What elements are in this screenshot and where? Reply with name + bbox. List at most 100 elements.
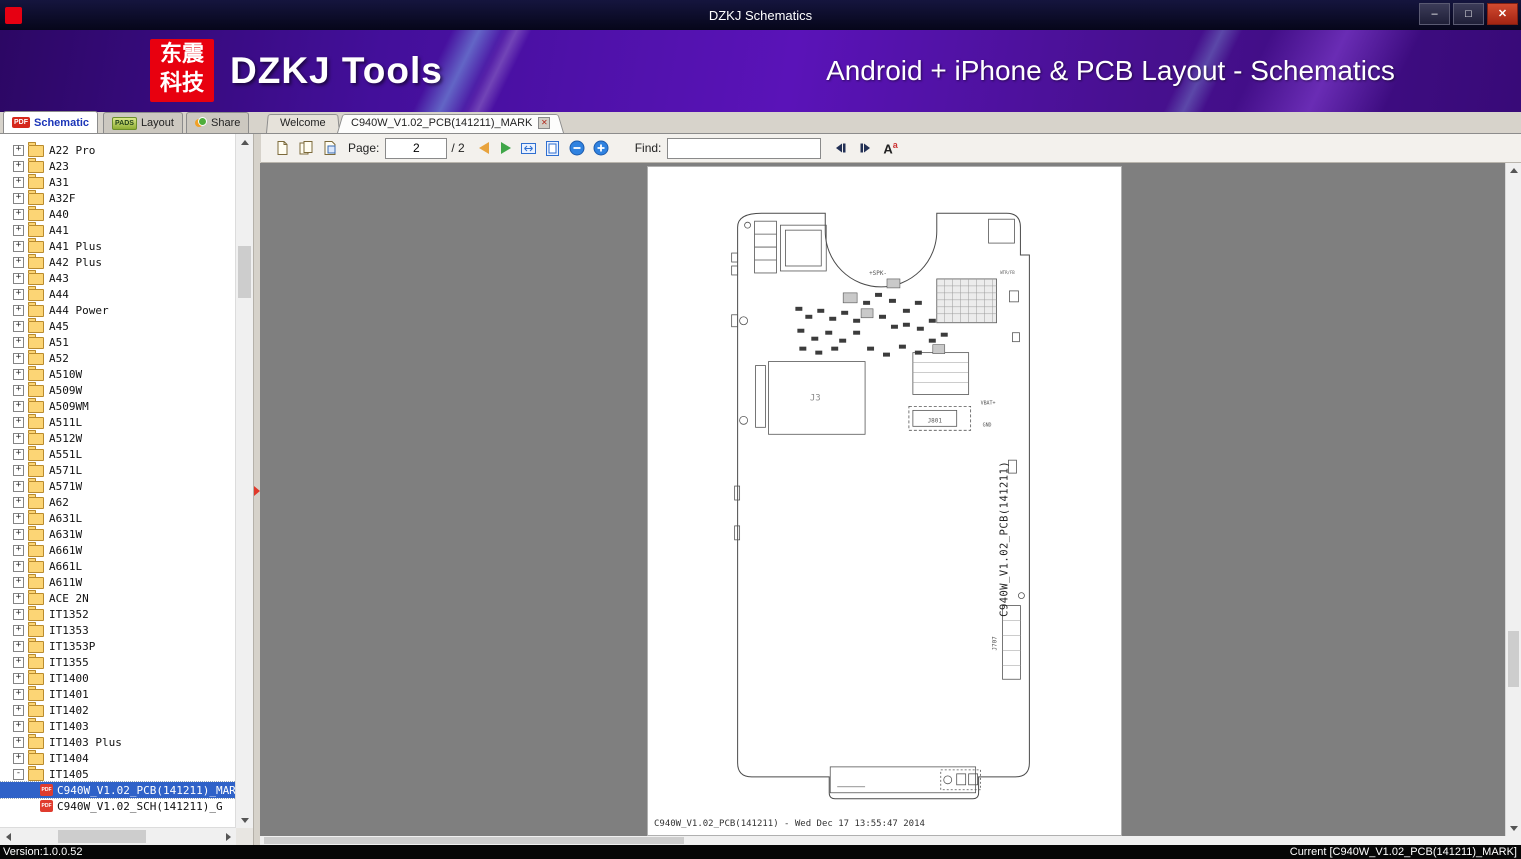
expand-icon[interactable]: + xyxy=(13,480,24,492)
expand-icon[interactable]: + xyxy=(13,608,24,620)
tree-item[interactable]: + IT1353 xyxy=(0,622,89,638)
tree-item[interactable]: + A509WM xyxy=(0,398,89,414)
find-previous-button[interactable] xyxy=(831,138,851,158)
tree-item[interactable]: + A62 xyxy=(0,494,69,510)
expand-icon[interactable]: + xyxy=(13,400,24,412)
fit-page-button[interactable] xyxy=(543,138,563,158)
tree-item[interactable]: + A23 xyxy=(0,158,69,174)
expand-icon[interactable]: + xyxy=(13,624,24,636)
doc-tab-current-document[interactable]: C940W_V1.02_PCB(141211)_MARK ✕ xyxy=(337,113,564,133)
tree-item[interactable]: + A43 xyxy=(0,270,69,286)
tree-item[interactable]: + A52 xyxy=(0,350,69,366)
expand-icon[interactable]: + xyxy=(13,176,24,188)
scroll-up-button[interactable] xyxy=(1506,163,1521,178)
expand-icon[interactable]: + xyxy=(13,496,24,508)
tree-item[interactable]: + A40 xyxy=(0,206,69,222)
expand-icon[interactable]: + xyxy=(13,560,24,572)
tree-item[interactable]: + A571L xyxy=(0,462,82,478)
find-input[interactable] xyxy=(667,137,822,159)
viewer-horizontal-scrollbar[interactable] xyxy=(260,836,1506,845)
scroll-down-button[interactable] xyxy=(1506,821,1521,836)
tree-item[interactable]: + A41 xyxy=(0,222,69,238)
expand-icon[interactable]: + xyxy=(13,512,24,524)
tree-item[interactable]: + ACE 2N xyxy=(0,590,89,606)
match-case-icon[interactable]: Aa xyxy=(883,140,897,156)
fit-width-button[interactable] xyxy=(519,138,539,158)
tree-item[interactable]: + A631W xyxy=(0,526,82,542)
viewer-vertical-scrollbar[interactable] xyxy=(1505,163,1521,836)
tree-vertical-scrollbar[interactable] xyxy=(235,134,253,828)
expand-icon[interactable]: + xyxy=(13,432,24,444)
tree-item[interactable]: + IT1402 xyxy=(0,702,89,718)
tree-item[interactable]: + IT1403 Plus xyxy=(0,734,122,750)
scroll-down-button[interactable] xyxy=(236,812,253,828)
scrollbar-thumb[interactable] xyxy=(58,830,146,843)
expand-icon[interactable]: + xyxy=(13,208,24,220)
expand-icon[interactable]: + xyxy=(13,752,24,764)
tree-item[interactable]: + IT1353P xyxy=(0,638,95,654)
collapse-icon[interactable]: - xyxy=(13,768,24,780)
tree-item[interactable]: + A44 xyxy=(0,286,69,302)
expand-icon[interactable]: + xyxy=(13,592,24,604)
next-page-button[interactable] xyxy=(500,142,511,154)
expand-icon[interactable]: + xyxy=(13,256,24,268)
tree-item[interactable]: + A42 Plus xyxy=(0,254,102,270)
tree-item[interactable]: - IT1405 xyxy=(0,766,89,782)
expand-icon[interactable]: + xyxy=(13,720,24,732)
tree-item[interactable]: + A512W xyxy=(0,430,82,446)
expand-icon[interactable]: + xyxy=(13,736,24,748)
scroll-right-button[interactable] xyxy=(220,828,236,845)
expand-icon[interactable]: + xyxy=(13,464,24,476)
tree-item[interactable]: + A41 Plus xyxy=(0,238,102,254)
expand-icon[interactable]: + xyxy=(13,576,24,588)
facing-pages-view-icon[interactable] xyxy=(296,138,316,158)
expand-icon[interactable]: + xyxy=(13,240,24,252)
expand-icon[interactable]: + xyxy=(13,416,24,428)
tree-item[interactable]: + A51 xyxy=(0,334,69,350)
tree-item[interactable]: + A661W xyxy=(0,542,82,558)
tree-item[interactable]: + A511L xyxy=(0,414,82,430)
expand-icon[interactable]: + xyxy=(13,672,24,684)
tree-item[interactable]: + A631L xyxy=(0,510,82,526)
tree-item[interactable]: + A32F xyxy=(0,190,76,206)
tab-layout[interactable]: PADS Layout xyxy=(103,112,183,133)
continuous-pages-view-icon[interactable] xyxy=(320,138,340,158)
tree-item[interactable]: + IT1400 xyxy=(0,670,89,686)
scrollbar-thumb[interactable] xyxy=(238,246,251,298)
tree-item[interactable]: + A31 xyxy=(0,174,69,190)
tree-item[interactable]: + A44 Power xyxy=(0,302,109,318)
tree-item[interactable]: + IT1404 xyxy=(0,750,89,766)
scrollbar-thumb[interactable] xyxy=(264,837,684,844)
expand-icon[interactable]: + xyxy=(13,528,24,540)
minimize-button[interactable]: – xyxy=(1419,3,1450,25)
tree-item[interactable]: + A551L xyxy=(0,446,82,462)
expand-icon[interactable]: + xyxy=(13,304,24,316)
expand-icon[interactable]: + xyxy=(13,704,24,716)
page-number-input[interactable] xyxy=(385,137,448,159)
expand-icon[interactable]: + xyxy=(13,688,24,700)
expand-icon[interactable]: + xyxy=(13,352,24,364)
tree-item[interactable]: + IT1401 xyxy=(0,686,89,702)
tree-item[interactable]: PDF C940W_V1.02_SCH(141211)_G xyxy=(0,798,223,814)
viewer-canvas[interactable]: +SPK- J3 J801 VBAT+ GND WTR/FB J707 C940… xyxy=(260,163,1506,836)
expand-icon[interactable]: + xyxy=(13,656,24,668)
tree-item[interactable]: + A661L xyxy=(0,558,82,574)
expand-icon[interactable]: + xyxy=(13,384,24,396)
previous-page-button[interactable] xyxy=(478,142,489,154)
expand-icon[interactable]: + xyxy=(13,640,24,652)
expand-icon[interactable]: + xyxy=(13,224,24,236)
tab-schematic[interactable]: PDF Schematic xyxy=(3,111,99,133)
scroll-left-button[interactable] xyxy=(0,828,16,845)
tree-item[interactable]: + IT1355 xyxy=(0,654,89,670)
single-page-view-icon[interactable] xyxy=(272,138,292,158)
expand-icon[interactable]: + xyxy=(13,448,24,460)
expand-icon[interactable]: + xyxy=(13,544,24,556)
tree-item[interactable]: + A509W xyxy=(0,382,82,398)
tree-horizontal-scrollbar[interactable] xyxy=(0,827,236,845)
expand-icon[interactable]: + xyxy=(13,144,24,156)
close-button[interactable]: ✕ xyxy=(1487,3,1518,25)
tree-item[interactable]: + A571W xyxy=(0,478,82,494)
expand-icon[interactable]: + xyxy=(13,272,24,284)
scroll-up-button[interactable] xyxy=(236,134,253,150)
expand-icon[interactable]: + xyxy=(13,192,24,204)
